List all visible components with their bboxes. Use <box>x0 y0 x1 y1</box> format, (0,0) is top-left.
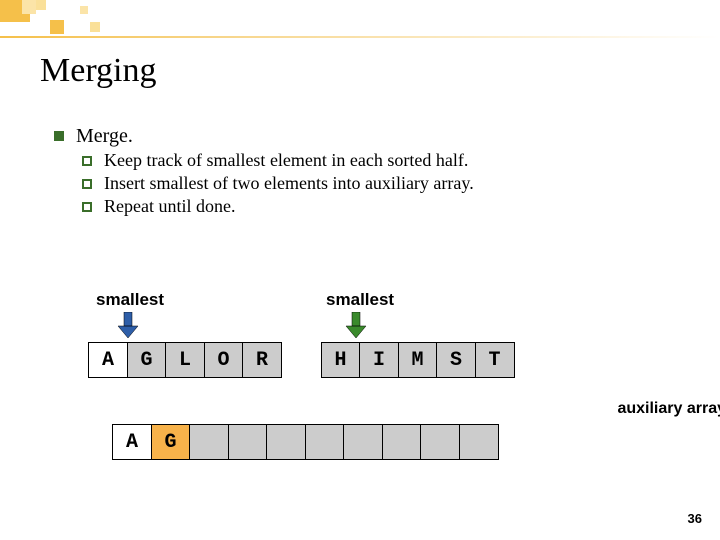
arrow-down-blue-icon <box>116 312 140 340</box>
left-cell: L <box>165 342 205 378</box>
right-cell: S <box>436 342 476 378</box>
merge-point-1: Keep track of smallest element in each s… <box>104 150 468 171</box>
smallest-label-right: smallest <box>326 290 394 310</box>
aux-array: A G <box>112 424 648 460</box>
page-number: 36 <box>688 511 702 526</box>
top-rule <box>0 36 720 38</box>
content-block: Merge. Keep track of smallest element in… <box>54 125 654 217</box>
left-cell: O <box>204 342 244 378</box>
merge-point-3: Repeat until done. <box>104 196 235 217</box>
right-cell: I <box>359 342 399 378</box>
aux-cell <box>228 424 268 460</box>
merge-point-2: Insert smallest of two elements into aux… <box>104 173 474 194</box>
aux-cell <box>266 424 306 460</box>
hollow-square-bullet-icon <box>82 156 92 166</box>
square-bullet-icon <box>54 131 64 141</box>
aux-cell <box>459 424 499 460</box>
right-cell: H <box>321 342 361 378</box>
aux-cell <box>305 424 345 460</box>
input-arrays: A G L O R H I M S T <box>88 342 648 378</box>
smallest-label-left: smallest <box>96 290 164 310</box>
right-cell: M <box>398 342 438 378</box>
aux-cell <box>420 424 460 460</box>
arrow-down-green-icon <box>344 312 368 340</box>
aux-cell <box>343 424 383 460</box>
aux-cell <box>382 424 422 460</box>
left-cell: R <box>242 342 282 378</box>
aux-array-label: auxiliary array <box>617 400 720 418</box>
hollow-square-bullet-icon <box>82 179 92 189</box>
aux-cell: G <box>151 424 191 460</box>
hollow-square-bullet-icon <box>82 202 92 212</box>
left-cell: A <box>88 342 128 378</box>
corner-decoration <box>0 0 140 36</box>
left-cell: G <box>127 342 167 378</box>
merge-heading: Merge. <box>76 125 133 148</box>
merge-diagram: smallest smallest A G L O R H I M S T A … <box>88 290 648 460</box>
right-cell: T <box>475 342 515 378</box>
aux-cell: A <box>112 424 152 460</box>
aux-cell <box>189 424 229 460</box>
slide-title: Merging <box>40 52 156 90</box>
